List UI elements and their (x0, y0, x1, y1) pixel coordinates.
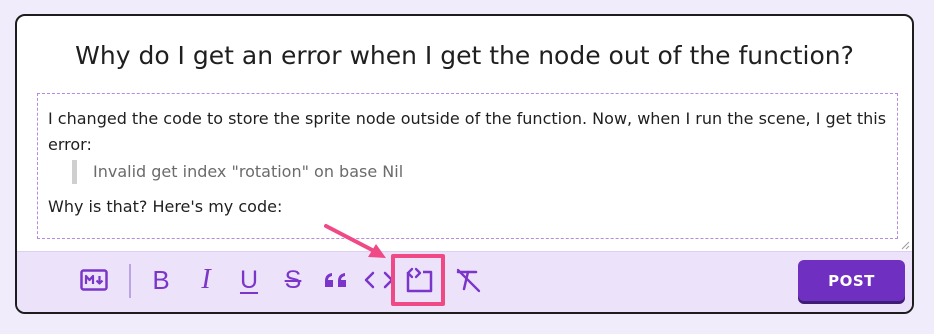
italic-icon: I (201, 264, 211, 295)
underline-icon: U (239, 265, 259, 294)
markdown-button[interactable] (79, 263, 109, 297)
clear-formatting-icon (456, 268, 481, 293)
italic-button[interactable]: I (193, 263, 219, 297)
strikethrough-button[interactable]: S (279, 263, 307, 297)
toolbar-divider (129, 264, 131, 298)
error-blockquote: Invalid get index "rotation" on base Nil (72, 160, 887, 184)
question-title: Why do I get an error when I get the nod… (75, 41, 854, 70)
body-paragraph-1: I changed the code to store the sprite n… (48, 109, 887, 154)
clear-formatting-button[interactable] (453, 263, 483, 297)
post-button[interactable]: POST (798, 260, 905, 301)
annotation-arrow-icon (324, 224, 386, 258)
post-composer-card: Why do I get an error when I get the nod… (15, 14, 914, 314)
bold-icon: B (152, 264, 170, 295)
code-block-highlight-box (391, 254, 445, 306)
resize-grip-icon[interactable] (900, 240, 910, 250)
body-paragraph-2: Why is that? Here's my code: (48, 197, 283, 216)
strikethrough-icon: S (284, 265, 302, 294)
post-body-editor[interactable]: I changed the code to store the sprite n… (37, 93, 898, 239)
formatting-toolbar: B I U S POST (17, 251, 912, 312)
underline-button[interactable]: U (235, 263, 263, 297)
quote-button[interactable] (321, 263, 351, 297)
markdown-icon (80, 269, 108, 291)
quote-icon (325, 273, 346, 287)
bold-button[interactable]: B (148, 263, 174, 297)
